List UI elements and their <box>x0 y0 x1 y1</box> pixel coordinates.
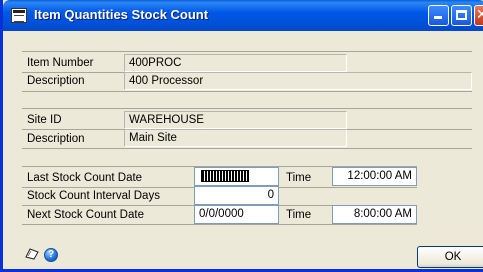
item-group-bottom <box>22 91 472 92</box>
item-description-label: Description <box>27 75 85 87</box>
maximize-button[interactable] <box>451 5 472 26</box>
item-quantities-stock-count-window: Item Quantities Stock Count ✕ Item Numbe… <box>0 0 483 272</box>
help-icon[interactable]: ? <box>44 248 58 262</box>
site-description-label: Description <box>27 133 85 145</box>
close-button[interactable]: ✕ <box>474 5 483 26</box>
site-id-field: WAREHOUSE <box>124 111 347 129</box>
site-description-field: Main Site <box>124 129 347 147</box>
masked-date-value <box>201 170 249 182</box>
site-group-bottom <box>22 148 472 149</box>
item-group-border <box>22 51 472 52</box>
item-number-field: 400PROC <box>124 54 347 72</box>
window-title: Item Quantities Stock Count <box>34 7 209 22</box>
stock-count-interval-days-label: Stock Count Interval Days <box>27 190 160 202</box>
note-icon[interactable] <box>25 247 39 260</box>
minimize-icon <box>434 16 442 19</box>
close-icon: ✕ <box>476 7 483 23</box>
next-time-label: Time <box>286 209 312 221</box>
next-stock-count-date-label: Next Stock Count Date <box>27 209 144 221</box>
site-id-label: Site ID <box>27 114 62 126</box>
last-stock-count-date-input[interactable] <box>194 167 279 186</box>
maximize-icon <box>456 10 467 20</box>
minimize-button[interactable] <box>428 5 449 26</box>
last-stock-count-time-input[interactable]: 12:00:00 AM <box>332 167 417 186</box>
next-stock-count-time-input[interactable]: 8:00:00 AM <box>332 205 417 224</box>
title-bar[interactable]: Item Quantities Stock Count ✕ <box>3 0 483 31</box>
next-stock-count-date-input[interactable]: 0/0/0000 <box>194 205 279 224</box>
site-group-border <box>22 108 472 109</box>
stock-count-group-bottom <box>22 224 417 225</box>
item-description-field: 400 Processor <box>124 72 472 90</box>
ok-button[interactable]: OK <box>417 246 483 268</box>
item-number-label: Item Number <box>27 57 94 69</box>
last-time-label: Time <box>286 172 312 184</box>
stock-count-interval-days-input[interactable]: 0 <box>194 186 279 205</box>
window-form-icon <box>11 8 27 23</box>
last-stock-count-date-label: Last Stock Count Date <box>27 172 143 184</box>
